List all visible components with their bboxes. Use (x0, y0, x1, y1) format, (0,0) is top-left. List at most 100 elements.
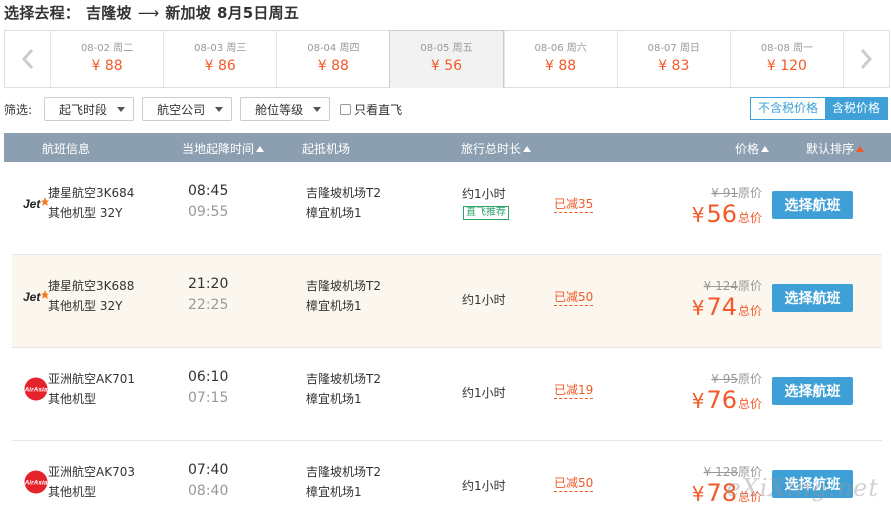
price-value: 74 (706, 293, 737, 321)
flight-airports: 吉隆坡机场T2 樟宜机场1 (306, 276, 381, 316)
sort-up-icon (856, 145, 865, 152)
departure-airport: 吉隆坡机场T2 (306, 279, 381, 293)
jetstar-logo-icon: Jet (23, 285, 49, 307)
heading-prefix: 选择去程： (4, 4, 81, 22)
aircraft-type: 其他机型 (48, 485, 97, 499)
site-watermark: eXiXing.net (726, 474, 879, 502)
date-label: 08-05 周五 (420, 43, 473, 54)
col-flight-info: 航班信息 (42, 140, 90, 157)
route-heading: 选择去程： 吉隆坡 ⟶ 新加坡 8月5日周五 (4, 2, 299, 23)
date-tab[interactable]: 08-06 周六 ¥ 88 (503, 31, 617, 87)
discount-amount[interactable]: 已减35 (554, 197, 594, 213)
original-price-value: ¥ 124 (703, 279, 738, 293)
col-duration-sort[interactable]: 旅行总时长 (461, 140, 532, 157)
col-label: 旅行总时长 (461, 142, 522, 156)
date-tab[interactable]: 08-02 周二 ¥ 88 (50, 31, 163, 87)
price-value: 76 (706, 386, 737, 414)
price-label: 总价 (737, 304, 762, 318)
original-price-value: ¥ 95 (711, 372, 738, 386)
flight-number: 亚洲航空AK701 (48, 372, 135, 386)
flight-duration: 约1小时 (462, 479, 506, 493)
flight-number: 捷星航空3K684 (48, 186, 135, 200)
jetstar-logo-icon: Jet (23, 192, 49, 214)
aircraft-type: 其他机型 32Y (48, 299, 123, 313)
date-price: ¥ 83 (658, 58, 690, 74)
sort-up-icon (761, 145, 770, 152)
date-price: ¥ 120 (766, 58, 807, 74)
date-tab-selected[interactable]: 08-05 周五 ¥ 56 (389, 30, 504, 88)
tax-included-option[interactable]: 含税价格 (824, 98, 887, 119)
arrival-time: 08:40 (188, 483, 229, 499)
date-tab[interactable]: 08-08 周一 ¥ 120 (729, 31, 844, 87)
flight-airports: 吉隆坡机场T2 樟宜机场1 (306, 462, 381, 502)
currency-symbol: ¥ (691, 389, 705, 413)
date-price: ¥ 88 (545, 58, 577, 74)
date-label: 08-08 周一 (760, 43, 814, 54)
col-label: 当地起降时间 (182, 142, 255, 156)
filter-label: 筛选: (4, 102, 33, 117)
flight-number: 捷星航空3K688 (48, 279, 135, 293)
airasia-logo-icon: AirAsia (23, 377, 49, 401)
arrival-airport: 樟宜机场1 (306, 485, 362, 499)
total-price: ¥74 总价 (692, 293, 762, 321)
select-flight-button[interactable]: 选择航班 (772, 284, 853, 312)
col-local-time-sort[interactable]: 当地起降时间 (182, 140, 265, 157)
arrival-time: 09:55 (188, 204, 229, 220)
total-price: ¥56 总价 (692, 200, 762, 228)
flight-duration: 约1小时 (462, 293, 506, 307)
original-price-label: 原价 (737, 186, 762, 200)
airline-info: 捷星航空3K684 其他机型 32Y (48, 183, 134, 223)
col-default-sort[interactable]: 默认排序 (806, 140, 865, 157)
aircraft-type: 其他机型 32Y (48, 206, 123, 220)
flight-number: 亚洲航空AK703 (48, 465, 135, 479)
departure-time: 06:10 (188, 369, 229, 385)
tax-price-toggle: 不含税价格 含税价格 (749, 97, 888, 120)
original-price: ¥ 124原价 (704, 277, 762, 294)
original-price: ¥ 95原价 (711, 370, 762, 387)
price-label: 总价 (737, 397, 762, 411)
direct-recommend-tag: 直飞推荐 (463, 206, 509, 220)
route-arrow-icon: ⟶ (137, 3, 160, 22)
dropdown-label: 起飞时段 (59, 102, 108, 117)
currency-symbol: ¥ (691, 296, 705, 320)
discount-amount[interactable]: 已减19 (554, 383, 594, 399)
date-tab[interactable]: 08-03 周三 ¥ 86 (163, 31, 276, 87)
currency-symbol: ¥ (691, 203, 705, 227)
direct-only-checkbox[interactable]: 只看直飞 (340, 101, 402, 118)
flight-times: 07:40 08:40 (188, 460, 228, 502)
original-price-label: 原价 (737, 372, 762, 386)
discount-amount[interactable]: 已减50 (554, 290, 594, 306)
arrival-airport: 樟宜机场1 (306, 299, 362, 313)
flight-times: 08:45 09:55 (188, 181, 228, 223)
svg-text:Jet: Jet (23, 290, 41, 304)
discount-amount[interactable]: 已减50 (554, 476, 594, 492)
svg-text:AirAsia: AirAsia (24, 387, 48, 394)
departure-airport: 吉隆坡机场T2 (306, 372, 381, 386)
select-flight-button[interactable]: 选择航班 (772, 191, 853, 219)
date-label: 08-03 周三 (194, 43, 247, 54)
total-price: ¥76 总价 (692, 386, 762, 414)
flight-duration: 约1小时 (462, 386, 506, 400)
date-tab[interactable]: 08-07 周日 ¥ 83 (616, 31, 730, 87)
svg-text:AirAsia: AirAsia (24, 480, 48, 487)
chevron-left-icon (21, 49, 33, 69)
date-tab[interactable]: 08-04 周四 ¥ 88 (276, 31, 389, 87)
flight-airports: 吉隆坡机场T2 樟宜机场1 (306, 369, 381, 409)
original-price-label: 原价 (737, 279, 762, 293)
col-airports: 起抵机场 (302, 140, 350, 157)
departure-time-dropdown[interactable]: 起飞时段 (44, 97, 135, 121)
flight-row: AirAsia 亚洲航空AK701 其他机型 06:10 07:15 吉隆坡机场T2… (12, 348, 882, 441)
date-strip: 08-02 周二 ¥ 88 08-03 周三 ¥ 86 08-04 周四 ¥ 88 0… (4, 30, 890, 88)
arrival-time: 07:15 (188, 390, 229, 406)
cabin-class-dropdown[interactable]: 舱位等级 (240, 97, 331, 121)
select-flight-button[interactable]: 选择航班 (772, 377, 853, 405)
col-price-sort[interactable]: 价格 (735, 140, 770, 157)
tax-excluded-option[interactable]: 不含税价格 (750, 98, 825, 119)
prev-dates-button[interactable] (5, 31, 50, 87)
arrival-time: 22:25 (188, 297, 229, 313)
next-dates-button[interactable] (844, 31, 889, 87)
airline-dropdown[interactable]: 航空公司 (142, 97, 233, 121)
col-label: 起抵机场 (302, 142, 351, 156)
checkbox-box[interactable] (340, 103, 352, 115)
price-value: 56 (706, 200, 737, 228)
